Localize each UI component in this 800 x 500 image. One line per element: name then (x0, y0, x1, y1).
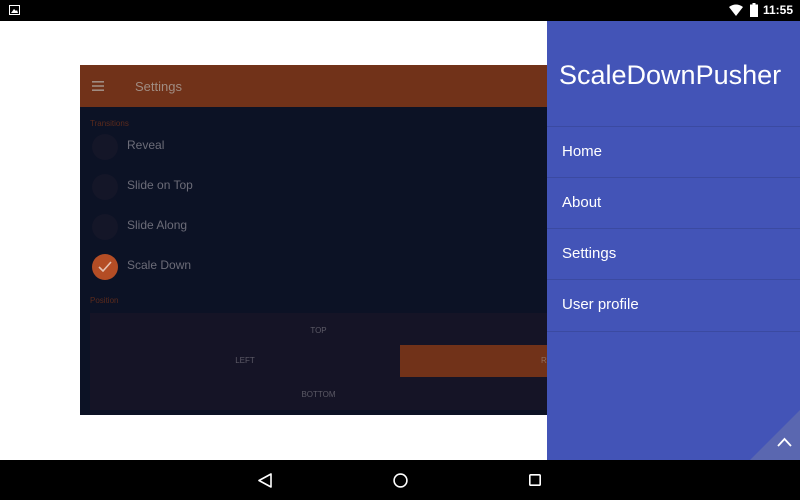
toolbar-title: Settings (135, 79, 182, 94)
transitions-label: Transitions (90, 119, 129, 128)
status-time: 11:55 (763, 3, 794, 17)
check-icon (98, 261, 112, 272)
position-right-label: R (541, 356, 547, 365)
status-bar: 11:55 (0, 0, 800, 21)
divider (547, 331, 800, 332)
drawer-item-about[interactable]: About (547, 177, 800, 228)
radio-label: Scale Down (127, 258, 192, 272)
position-label: Position (90, 296, 119, 305)
radio-label: Slide Along (127, 218, 188, 232)
app-toolbar: Settings (80, 65, 547, 107)
position-left-button[interactable]: LEFT (90, 345, 400, 377)
system-nav-bar (0, 460, 800, 500)
position-selector: TOP LEFT R BOTTOM (90, 313, 547, 410)
wifi-icon (729, 4, 743, 16)
drawer-item-label: Home (562, 143, 603, 160)
position-right-button[interactable]: R (400, 345, 547, 377)
home-icon[interactable] (393, 473, 408, 488)
battery-icon (750, 3, 758, 17)
radio-label: Slide on Top (127, 178, 193, 192)
radio-button[interactable] (92, 134, 118, 160)
corner-handle[interactable] (750, 410, 800, 460)
radio-button[interactable] (92, 214, 118, 240)
recents-icon[interactable] (529, 474, 541, 486)
drawer-item-label: About (562, 194, 602, 211)
back-icon[interactable] (258, 473, 272, 488)
radio-scale-down[interactable]: Scale Down (92, 254, 392, 280)
navigation-drawer: ScaleDownPusher Home About Settings User… (547, 21, 800, 460)
drawer-item-settings[interactable]: Settings (547, 228, 800, 279)
menu-icon[interactable] (92, 81, 104, 91)
drawer-item-user-profile[interactable]: User profile (547, 279, 800, 330)
drawer-item-label: User profile (562, 296, 639, 313)
radio-slide-along[interactable]: Slide Along (92, 214, 392, 240)
radio-slide-on-top[interactable]: Slide on Top (92, 174, 392, 200)
radio-reveal[interactable]: Reveal (92, 134, 392, 160)
radio-button[interactable] (92, 174, 118, 200)
radio-button-checked[interactable] (92, 254, 118, 280)
position-bottom-button[interactable]: BOTTOM (90, 390, 547, 399)
drawer-title: ScaleDownPusher (559, 60, 782, 90)
scaled-content[interactable]: Settings Transitions Reveal Slide on Top… (80, 65, 547, 415)
image-notification-icon (9, 5, 20, 15)
drawer-item-home[interactable]: Home (547, 126, 800, 177)
drawer-item-label: Settings (562, 245, 617, 262)
chevron-up-icon[interactable] (777, 437, 792, 447)
radio-label: Reveal (127, 138, 165, 152)
position-top-button[interactable]: TOP (90, 326, 547, 335)
